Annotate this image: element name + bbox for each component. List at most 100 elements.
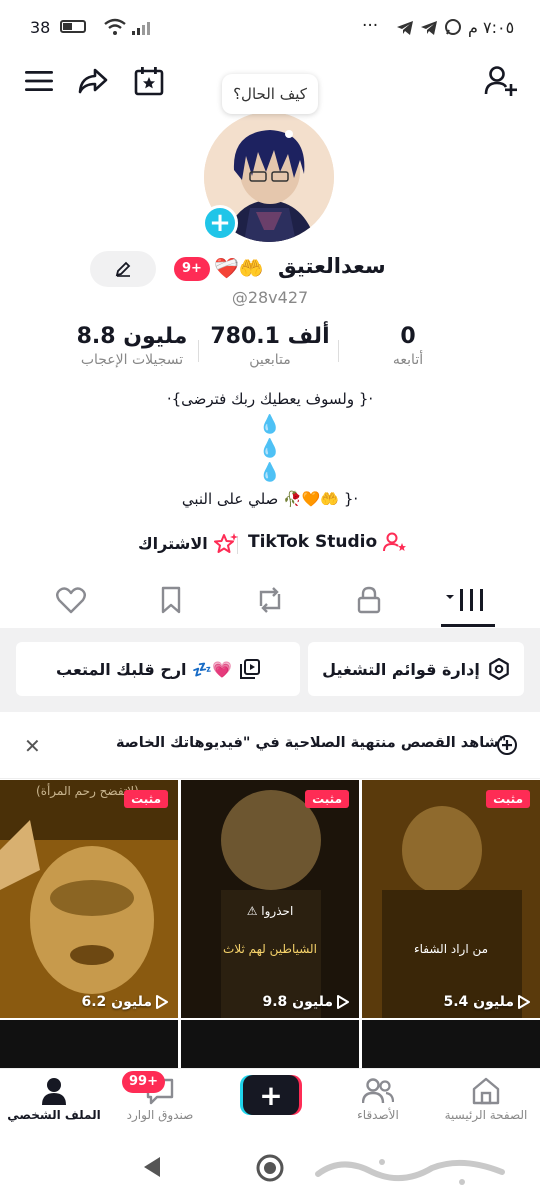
lock-icon — [357, 586, 381, 614]
status-time: ٧:٠٥ م — [468, 18, 515, 37]
view-count: 6.2 مليون — [81, 994, 168, 1010]
heart-icon — [56, 587, 86, 614]
warning-text: ⚠ احذروا — [246, 904, 294, 918]
expired-stories-banner[interactable]: ✕ شاهد القصص منتهية الصلاحية في "فيديوها… — [0, 712, 540, 779]
bio-drop-1: 💧 — [258, 414, 282, 435]
pinned-tag: مثبت — [124, 790, 168, 808]
play-icon-3 — [518, 995, 530, 1009]
add-avatar-button[interactable]: + — [202, 205, 238, 241]
more-icon: ··· — [362, 16, 379, 36]
followers-label: متابعين — [249, 352, 291, 368]
pinned-tag-3: مثبت — [486, 790, 530, 808]
view-count-text: 6.2 مليون — [81, 994, 152, 1010]
signal-icon — [132, 20, 150, 39]
tab-saved[interactable] — [155, 584, 187, 616]
tiktok-studio-link[interactable]: TikTok Studio — [248, 532, 407, 552]
tiktok-studio-label: TikTok Studio — [248, 532, 378, 552]
video-tile-4[interactable] — [0, 1020, 178, 1068]
playlist-icon — [239, 659, 260, 679]
play-icon-2 — [337, 995, 349, 1009]
play-icon — [156, 995, 168, 1009]
following-label: أتابعه — [392, 352, 424, 368]
bio-line-1: ·{ولسوف يعطيك ربك فترضى }· — [166, 390, 374, 408]
video-caption-3: من اراد الشفاء — [413, 942, 489, 956]
nav-inbox-label: صندوق الوارد — [126, 1108, 194, 1122]
system-navigation — [0, 1138, 540, 1200]
share-icon[interactable] — [76, 64, 110, 98]
content-tabs — [0, 570, 540, 629]
view-count-text-3: 5.4 مليون — [443, 994, 514, 1010]
username: @28v427 — [231, 288, 309, 307]
video-tile-5[interactable] — [181, 1020, 359, 1068]
system-indicators: 38 — [30, 16, 150, 40]
video-tile-2[interactable]: ⚠ احذروا الشياطين لهم ثلاث مثبت 9.8 مليو… — [181, 780, 359, 1018]
manage-playlists-button[interactable]: إدارة قوائم التشغيل — [308, 642, 524, 696]
home-icon — [472, 1077, 500, 1105]
video-thumbnail-3 — [362, 780, 540, 1018]
view-count-2: 9.8 مليون — [262, 994, 349, 1010]
video-tile[interactable]: (لاتفضح رحم المرأة) مثبت 6.2 مليون — [0, 780, 178, 1018]
create-button[interactable]: + — [240, 1075, 302, 1115]
nav-home-label: الصفحة الرئيسية — [444, 1108, 528, 1122]
followers-count: 780.1 ألف — [210, 324, 330, 349]
back-icon[interactable] — [142, 1156, 162, 1182]
repost-icon — [259, 587, 281, 613]
pinned-tag-2: مثبت — [305, 790, 349, 808]
banner-text: شاهد القصص منتهية الصلاحية في "فيديوهاتك… — [116, 735, 507, 751]
video-tile-6[interactable] — [362, 1020, 540, 1068]
nav-home[interactable]: الصفحة الرئيسية — [436, 1077, 536, 1122]
manage-playlists-label: إدارة قوائم التشغيل — [322, 659, 480, 679]
nav-friends-label: الأصدقاء — [357, 1108, 399, 1122]
bio-line-2: صلي على النبي 🥀🧡🤲 }· — [181, 490, 359, 508]
telegram-icon-2 — [420, 20, 438, 40]
nav-profile-label: الملف الشخصي — [7, 1108, 101, 1122]
star-sparkle-icon — [213, 533, 238, 553]
rest-heart-button[interactable]: ارح قلبك المتعب 💤💗 — [16, 642, 300, 696]
telegram-icon — [396, 20, 414, 40]
close-icon[interactable]: ✕ — [24, 734, 41, 758]
likes-label: تسجيلات الإعجاب — [80, 352, 184, 368]
bottom-nav: الصفحة الرئيسية الأصدقاء + صندوق الوارد … — [0, 1068, 540, 1139]
wifi-icon — [104, 18, 126, 40]
view-count-3: 5.4 مليون — [443, 994, 530, 1010]
view-count-text-2: 9.8 مليون — [262, 994, 333, 1010]
nav-profile[interactable]: الملف الشخصي — [4, 1077, 104, 1122]
add-friend-icon[interactable] — [482, 64, 520, 98]
battery-icon — [60, 20, 86, 33]
subscribe-link[interactable]: الاشتراك — [138, 532, 238, 554]
bio-drop-3: 💧 — [258, 462, 282, 483]
following-count: 0 — [400, 324, 416, 349]
subscribe-label: الاشتراك — [138, 533, 208, 553]
status-note-bubble[interactable]: كيف الحال؟ — [222, 74, 318, 114]
video-tile-3[interactable]: من اراد الشفاء مثبت 5.4 مليون — [362, 780, 540, 1018]
friends-icon — [361, 1078, 395, 1104]
whatsapp-icon — [444, 18, 462, 40]
watermark-logo — [312, 1152, 526, 1192]
video-caption-2: الشياطين لهم ثلاث — [223, 942, 317, 956]
video-thumbnail-2 — [181, 780, 359, 1018]
tab-active-indicator — [441, 624, 495, 627]
calendar-star-icon[interactable] — [132, 64, 166, 98]
profile-icon — [42, 1078, 66, 1105]
add-circle-icon — [496, 734, 518, 760]
name-emoji: ❤️‍🩹🤲 — [214, 256, 264, 280]
person-star-icon — [383, 532, 407, 552]
nav-friends[interactable]: الأصدقاء — [328, 1077, 428, 1122]
tab-private[interactable] — [353, 584, 385, 616]
video-thumbnail — [0, 780, 178, 1018]
plus-icon: + — [243, 1075, 299, 1115]
likes-count: 8.8 مليون — [76, 324, 188, 349]
tab-reposts[interactable] — [254, 584, 286, 616]
bio-drop-2: 💧 — [258, 438, 282, 459]
tab-videos[interactable] — [446, 584, 486, 616]
home-circle-icon[interactable] — [256, 1154, 284, 1186]
display-name: سعدالعتيق — [278, 254, 386, 278]
inbox-badge: 99+ — [122, 1071, 165, 1093]
edit-profile-button[interactable] — [90, 251, 156, 287]
notification-badge: 9+ — [174, 257, 210, 281]
battery-level: 38 — [30, 18, 51, 37]
warning-label: احذروا — [261, 904, 294, 918]
rest-heart-label: ارح قلبك المتعب 💤💗 — [56, 659, 232, 679]
tab-liked[interactable] — [55, 584, 87, 616]
menu-icon[interactable] — [22, 64, 56, 98]
